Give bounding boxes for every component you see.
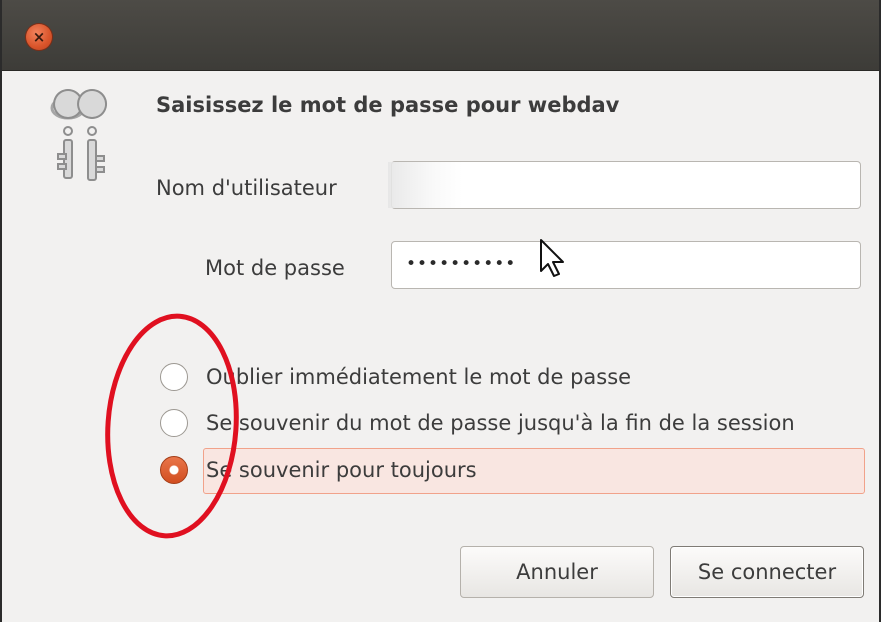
radio-label: Oublier immédiatement le mot de passe [206, 365, 632, 389]
mouse-cursor-icon [540, 239, 564, 277]
cancel-button[interactable]: Annuler [460, 546, 654, 598]
dialog-heading: Saisissez le mot de passe pour webdav [156, 93, 620, 117]
close-icon[interactable]: × [26, 24, 52, 50]
password-dialog: × Saisissez le mot de passe pour webdav … [0, 0, 881, 622]
username-label: Nom d'utilisateur [156, 176, 337, 200]
keys-icon [50, 89, 108, 181]
radio-label: Se souvenir du mot de passe jusqu'à la f… [206, 411, 795, 435]
title-bar: × [2, 0, 879, 71]
radio-label: Se souvenir pour toujours [206, 458, 477, 482]
connect-button[interactable]: Se connecter [670, 546, 864, 598]
radio-remember-session[interactable]: Se souvenir du mot de passe jusqu'à la f… [160, 406, 795, 440]
username-redaction [388, 162, 463, 208]
password-label: Mot de passe [205, 256, 345, 280]
password-masked-value: •••••••••• [406, 254, 517, 274]
annotation-ellipse [105, 313, 239, 539]
